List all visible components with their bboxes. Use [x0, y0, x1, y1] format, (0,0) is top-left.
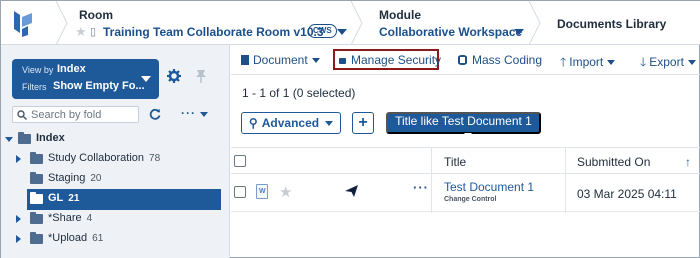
- view-by-selector[interactable]: View by Index Filters Show Empty Fo...: [12, 59, 159, 99]
- more-options-icon[interactable]: ···: [181, 106, 196, 120]
- arrow-up-icon: 🡑: [560, 55, 567, 69]
- module-label: Module: [379, 8, 421, 22]
- app-window: Room ★ ▯ Training Team Collaborate Room …: [0, 0, 700, 258]
- tree-item-count: 78: [149, 153, 161, 164]
- add-filter-button[interactable]: +: [352, 112, 374, 134]
- tree-item-gl[interactable]: GL 21: [27, 189, 221, 210]
- folder-icon: [30, 152, 43, 164]
- select-all-checkbox[interactable]: [234, 155, 246, 167]
- tree-item-share[interactable]: *Share 4: [1, 209, 229, 230]
- module-name[interactable]: Collaborative Workspace: [379, 25, 522, 39]
- chevron-down-icon: [687, 60, 696, 66]
- filters-value: Show Empty Fo...: [53, 80, 145, 92]
- manage-security-button[interactable]: Manage Security: [339, 53, 441, 67]
- tree-item-study-collaboration[interactable]: Study Collaboration 78: [1, 149, 229, 170]
- top-header: Room ★ ▯ Training Team Collaborate Room …: [1, 1, 700, 45]
- tree-item-count: 61: [92, 233, 104, 244]
- room-dropdown-chevron-icon[interactable]: [337, 29, 347, 35]
- folder-icon: [30, 172, 43, 184]
- chevron-down-icon: [325, 121, 334, 127]
- chevron-down-icon: [463, 133, 472, 139]
- tree-item-count: 20: [90, 173, 102, 184]
- row-actions-icon[interactable]: ···: [413, 180, 429, 195]
- search-icon: [17, 110, 27, 120]
- app-logo-icon[interactable]: [10, 9, 36, 37]
- favorite-star-icon[interactable]: ★: [279, 183, 292, 201]
- tree-item-index[interactable]: Index: [1, 129, 229, 150]
- grid-header: Title Submitted On ↑: [231, 147, 700, 174]
- tree-item-staging[interactable]: Staging 20: [1, 169, 229, 190]
- view-by-label: View by: [22, 65, 54, 75]
- tree-item-count: 4: [86, 213, 93, 224]
- expand-arrow-icon[interactable]: [16, 215, 21, 223]
- tree-item-label: Staging 20: [48, 172, 102, 184]
- breadcrumb-divider: [55, 1, 68, 45]
- module-dropdown-chevron-icon[interactable]: [514, 29, 524, 35]
- refresh-icon[interactable]: [149, 108, 161, 120]
- column-header-submitted-on[interactable]: Submitted On: [577, 155, 650, 169]
- folder-icon: [30, 192, 43, 204]
- export-menu-button[interactable]: 🡓 Export: [640, 53, 696, 74]
- more-options-chevron-icon[interactable]: [200, 112, 208, 117]
- column-header-title[interactable]: Title: [444, 155, 466, 169]
- expand-arrow-icon[interactable]: [5, 137, 13, 142]
- folder-open-icon: [18, 132, 31, 144]
- row-checkbox[interactable]: [234, 186, 246, 198]
- lock-icon: [339, 58, 346, 64]
- tree-item-count: 21: [68, 193, 80, 204]
- breadcrumb-divider: [528, 1, 541, 45]
- table-row[interactable]: W ★ ··· Test Document 1 Change Control 0…: [231, 174, 700, 212]
- view-by-chevron-icon: [141, 76, 151, 82]
- tree-item-label: Index: [36, 132, 65, 144]
- document-toolbar: Document Manage Security Mass Coding 🡑 Im…: [231, 45, 700, 75]
- documents-main-panel: Document Manage Security Mass Coding 🡑 Im…: [231, 45, 700, 258]
- room-favorite-star-icon[interactable]: ★: [75, 24, 87, 40]
- expand-arrow-icon[interactable]: [16, 155, 21, 163]
- pin-icon[interactable]: [195, 69, 207, 83]
- tree-item-label: *Share 4: [48, 212, 93, 224]
- tree-item-label: Study Collaboration 78: [48, 152, 161, 164]
- arrow-down-icon: 🡓: [640, 55, 647, 69]
- folder-search-box[interactable]: [12, 106, 139, 123]
- filters-label: Filters: [22, 82, 47, 92]
- library-title: Documents Library: [557, 17, 667, 31]
- document-title-link[interactable]: Test Document 1: [444, 180, 534, 194]
- database-icon: [458, 55, 467, 65]
- folder-sidebar: View by Index Filters Show Empty Fo... S…: [1, 45, 230, 258]
- advanced-search-button[interactable]: ⚲ Advanced: [241, 112, 341, 134]
- mobile-device-icon: ▯: [90, 26, 97, 38]
- chevron-down-icon: [311, 58, 320, 64]
- document-menu-button[interactable]: Document: [241, 53, 320, 67]
- gear-icon[interactable]: [167, 69, 181, 83]
- expand-arrow-icon[interactable]: [16, 235, 21, 243]
- document-subtitle: Change Control: [444, 196, 497, 203]
- room-label: Room: [79, 8, 113, 22]
- folder-icon: [30, 232, 43, 244]
- import-menu-button[interactable]: 🡑 Import: [560, 53, 616, 74]
- magic-wand-icon: ⚲: [248, 116, 258, 130]
- results-count: 1 - 1 of 1 (0 selected): [242, 86, 356, 100]
- room-badge: CWS: [308, 24, 337, 38]
- mass-coding-button[interactable]: Mass Coding: [458, 53, 542, 67]
- breadcrumb-divider: [350, 1, 363, 45]
- tree-item-upload[interactable]: *Upload 61: [1, 229, 229, 250]
- word-file-icon: W: [256, 184, 268, 199]
- folder-icon: [30, 212, 43, 224]
- chevron-down-icon: [607, 60, 616, 66]
- folder-search-input[interactable]: [31, 108, 136, 121]
- room-name[interactable]: Training Team Collaborate Room v10.3: [103, 25, 324, 39]
- document-submitted-on: 03 Mar 2025 04:11: [577, 187, 677, 201]
- send-workflow-icon[interactable]: [345, 185, 358, 197]
- view-by-value: Index: [57, 63, 86, 75]
- document-icon: [241, 55, 249, 65]
- tree-item-label: GL 21: [48, 192, 80, 204]
- tree-item-label: *Upload 61: [48, 232, 104, 244]
- sort-ascending-icon[interactable]: ↑: [685, 155, 691, 169]
- filter-chip-title[interactable]: Title like Test Document 1: [386, 112, 541, 139]
